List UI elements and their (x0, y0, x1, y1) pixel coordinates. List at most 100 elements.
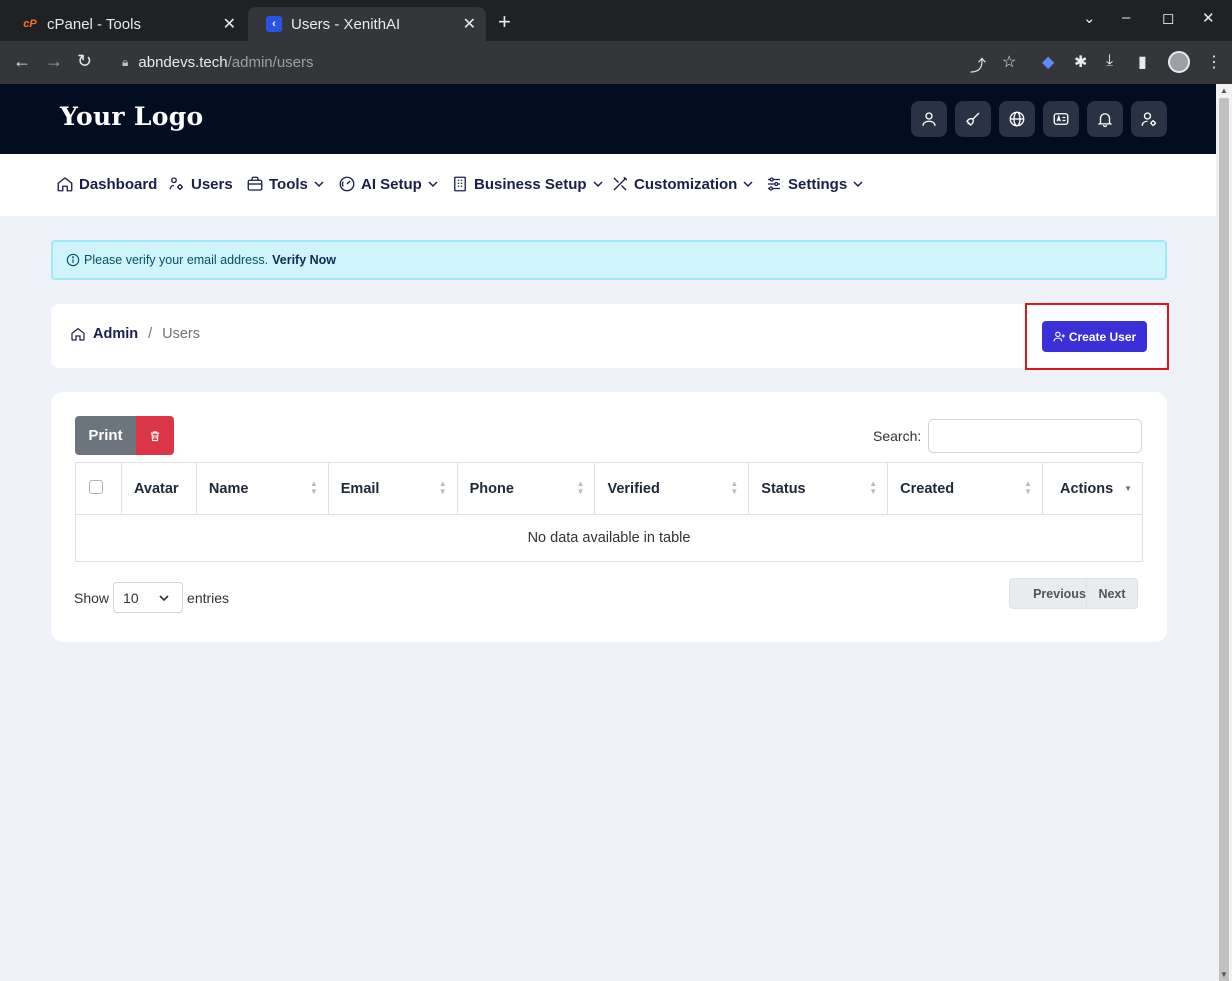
nav-item-settings[interactable]: Settings (765, 175, 864, 193)
sort-icon: ▲ ▼ (1024, 479, 1032, 496)
column-status[interactable]: Status ▲ ▼ (748, 462, 889, 515)
chevron-down-icon (743, 181, 753, 188)
create-user-label: Create User (1068, 329, 1137, 344)
profile-button[interactable] (911, 101, 947, 137)
trash-icon (150, 430, 160, 441)
empty-table-message: No data available in table (75, 514, 1143, 562)
column-label: Actions (1059, 480, 1114, 497)
column-avatar: Avatar (120, 462, 197, 515)
nav-label: Dashboard (79, 175, 158, 193)
chevron-down-icon (314, 181, 324, 188)
bitwarden-icon[interactable]: ◆ (1042, 52, 1054, 72)
user-icon (922, 112, 936, 126)
scroll-down-icon[interactable]: ▼ (1220, 970, 1228, 979)
website-button[interactable] (999, 101, 1035, 137)
close-icon[interactable]: ✕ (223, 14, 236, 34)
nav-item-ai-setup[interactable]: AI Setup (338, 175, 439, 193)
broom-icon (966, 112, 980, 126)
delete-selected-button[interactable] (136, 416, 174, 455)
browser-tab-users[interactable]: ‹ Users - XenithAI ✕ (248, 7, 486, 41)
briefcase-icon (247, 176, 263, 191)
tab-title: cPanel - Tools (47, 15, 141, 33)
browser-tab-cpanel[interactable]: cP cPanel - Tools ✕ (4, 7, 246, 41)
bookmark-star-icon[interactable]: ☆ (1002, 52, 1016, 72)
entries-label: entries (187, 589, 230, 606)
back-icon[interactable]: ← (13, 51, 31, 72)
language-icon (1053, 113, 1069, 125)
sort-icon: ▲ ▼ (309, 479, 318, 496)
menu-icon[interactable]: ⋮ (1206, 52, 1222, 72)
create-user-button[interactable]: Create User (1042, 321, 1147, 352)
table-row: No data available in table (75, 514, 1143, 562)
chevron-down-icon (159, 594, 169, 601)
nav-label: Customization (634, 175, 738, 193)
users-table: Avatar Name ▲ ▼ Email ▲ ▼ Phone ▲ ▼ Verified ▲ ▼… (75, 462, 1144, 562)
chevron-down-icon (593, 181, 603, 188)
users-table-card: Print Search: Avatar Name ▲ ▼ Email ▲ ▼ Phon… (51, 392, 1167, 642)
sort-icon: ▲ ▼ (869, 479, 878, 496)
column-created[interactable]: Created ▲ ▼ (887, 462, 1043, 515)
main-nav: Dashboard Users Tools AI Setup Business … (0, 154, 1216, 216)
search-input[interactable] (928, 419, 1142, 453)
notifications-button[interactable] (1087, 101, 1123, 137)
breadcrumb: Admin / Users (70, 326, 200, 342)
close-window-icon[interactable]: ✕ (1202, 9, 1215, 27)
nav-label: Business Setup (474, 175, 587, 193)
forward-icon[interactable]: → (45, 51, 63, 72)
side-panel-icon[interactable]: ▮ (1138, 52, 1147, 72)
column-verified[interactable]: Verified ▲ ▼ (594, 462, 750, 515)
nav-item-users[interactable]: Users (168, 175, 233, 193)
home-icon (71, 327, 85, 341)
nav-item-customization[interactable]: Customization (611, 175, 754, 193)
nav-item-dashboard[interactable]: Dashboard (56, 175, 157, 193)
logo[interactable]: Your Logo (60, 102, 204, 131)
verify-now-link[interactable]: Verify Now (272, 253, 336, 267)
alert-message: Please verify your email address. (84, 253, 269, 267)
browser-toolbar: ← → ↻ 🔒︎ abndevs.tech/admin/users ⤴ ☆ ◆ … (0, 41, 1232, 84)
table-header-row: Avatar Name ▲ ▼ Email ▲ ▼ Phone ▲ ▼ Verified ▲ ▼… (75, 462, 1144, 515)
show-label: Show (74, 589, 110, 606)
select-all-header (75, 462, 122, 515)
select-all-checkbox[interactable] (89, 479, 103, 494)
column-actions[interactable]: Actions ▼ (1041, 462, 1144, 515)
print-button[interactable]: Print (75, 416, 136, 455)
page-scrollbar[interactable]: ▲ ▼ (1216, 84, 1232, 981)
tab-search-icon[interactable]: ⌄ (1083, 9, 1096, 27)
url-path: /admin/users (227, 54, 314, 71)
page-length-select[interactable]: 10 (113, 582, 184, 613)
profile-avatar[interactable] (1168, 51, 1190, 73)
scrollbar-thumb[interactable] (1219, 98, 1229, 981)
nav-label: Users (191, 175, 233, 193)
share-icon[interactable]: ⤴ (970, 52, 986, 76)
sort-icon: ▲ ▼ (730, 479, 739, 496)
column-name[interactable]: Name ▲ ▼ (195, 462, 329, 515)
chevron-down-icon (853, 181, 863, 188)
nav-item-tools[interactable]: Tools (246, 175, 325, 193)
column-email[interactable]: Email ▲ ▼ (327, 462, 458, 515)
download-icon[interactable]: ⤓ (1106, 52, 1113, 70)
cpanel-icon: cP (23, 18, 37, 30)
extensions-icon[interactable]: ✱ (1074, 52, 1087, 72)
account-settings-button[interactable] (1131, 101, 1167, 137)
browser-tab-bar: cP cPanel - Tools ✕ ‹ Users - XenithAI ✕… (0, 0, 1232, 41)
breadcrumb-card: Admin / Users Create User (51, 303, 1169, 370)
new-tab-icon[interactable]: + (498, 9, 511, 35)
minimize-icon[interactable]: – (1122, 9, 1130, 26)
scroll-up-icon[interactable]: ▲ (1220, 86, 1228, 95)
language-button[interactable] (1043, 101, 1079, 137)
breadcrumb-admin-link[interactable]: Admin (93, 326, 138, 342)
column-label: Verified (607, 480, 660, 497)
highlight-box: Create User (1025, 303, 1169, 370)
nav-item-business-setup[interactable]: Business Setup (451, 175, 604, 193)
clear-cache-button[interactable] (955, 101, 991, 137)
column-phone[interactable]: Phone ▲ ▼ (456, 462, 596, 515)
page-length-control: Show 10 entries (74, 582, 229, 613)
reload-icon[interactable]: ↻ (77, 51, 92, 72)
close-icon[interactable]: ✕ (463, 14, 476, 34)
lock-icon: 🔒︎ (122, 55, 129, 69)
breadcrumb-current: Users (162, 326, 201, 342)
address-bar[interactable]: 🔒︎ abndevs.tech/admin/users (108, 47, 1030, 78)
next-page-button[interactable]: Next (1086, 578, 1138, 609)
maximize-icon[interactable]: ◻ (1162, 9, 1174, 27)
gauge-icon (339, 176, 355, 192)
